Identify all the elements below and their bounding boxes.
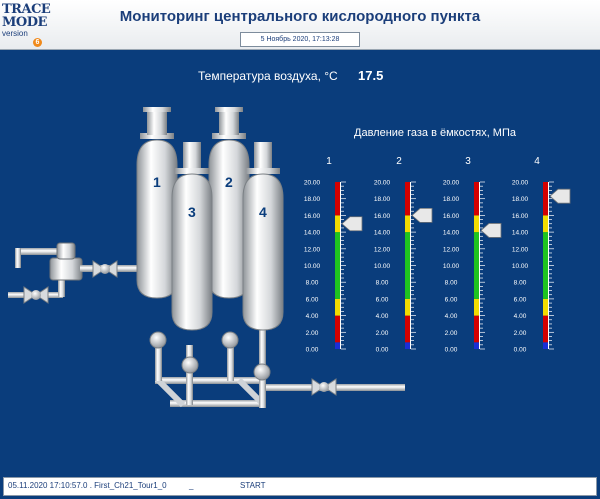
gauge-scale-label: 12.00 — [512, 246, 529, 253]
gauge-scale-label: 4.00 — [445, 313, 458, 320]
gauge-scale-label: 14.00 — [443, 230, 460, 237]
gauge-scale-label: 4.00 — [514, 313, 527, 320]
status-bar: 05.11.2020 17:10:57.0 . First_Ch21_Tour1… — [0, 474, 600, 499]
gauge-scale-label: 10.00 — [443, 263, 460, 270]
scada-window: TRACE MODE version 6 Мониторинг централь… — [0, 0, 600, 499]
gauge-color-zone — [474, 182, 479, 216]
gauge-color-zone — [543, 215, 548, 233]
gauge-color-zone — [543, 232, 548, 299]
gauge-scale-label: 12.00 — [304, 246, 321, 253]
gauge-color-zone — [405, 315, 410, 343]
gauge-color-zone — [335, 232, 340, 299]
gauge-scale-label: 8.00 — [445, 280, 458, 287]
gauge-scale-label: 14.00 — [374, 230, 391, 237]
gauge-scale-label: 2.00 — [514, 330, 527, 337]
gauge-color-zone — [474, 215, 479, 233]
gauge-scale-label: 6.00 — [445, 296, 458, 303]
gauge-scale-label: 12.00 — [443, 246, 460, 253]
gauge-scale-label: 0.00 — [376, 347, 389, 354]
gauge-scale-label: 4.00 — [306, 313, 319, 320]
gauge-scale-label: 16.00 — [374, 213, 391, 220]
gauge-scale-label: 4.00 — [376, 313, 389, 320]
gauge-color-zone — [543, 315, 548, 343]
gauge-pointer — [341, 216, 363, 232]
gauge-scale-line — [340, 182, 341, 349]
gauge-pointer — [480, 223, 502, 238]
gauge-scale-label: 6.00 — [306, 296, 319, 303]
gauge-color-zone — [335, 342, 340, 349]
gauge-scale-label: 8.00 — [376, 280, 389, 287]
gauge-scale-label: 20.00 — [374, 180, 391, 187]
gauge-scale-label: 12.00 — [374, 246, 391, 253]
gauge-scale-label: 10.00 — [512, 263, 529, 270]
gauge-color-zone — [335, 215, 340, 233]
gauge-scale-label: 14.00 — [512, 230, 529, 237]
gauge-scale-label: 18.00 — [512, 196, 529, 203]
gauge-scale-label: 0.00 — [306, 347, 319, 354]
gauge-color-zone — [474, 232, 479, 299]
gauge-color-zone — [405, 298, 410, 316]
gauge-color-zone — [474, 298, 479, 316]
gauge-scale-label: 20.00 — [512, 180, 529, 187]
gauge-scale-label: 16.00 — [443, 213, 460, 220]
gauge-scale-label: 16.00 — [512, 213, 529, 220]
gauge-scale-label: 0.00 — [514, 347, 527, 354]
gauge-pointer — [549, 188, 571, 204]
gauge-scale-label: 20.00 — [443, 180, 460, 187]
gauge-scale-label: 10.00 — [304, 263, 321, 270]
gauge-color-zone — [405, 215, 410, 233]
gauge-color-zone — [335, 315, 340, 343]
gauge-scale-label: 10.00 — [374, 263, 391, 270]
gauge-color-zone — [474, 342, 479, 349]
pressure-gauges: 20.00 18.00 16.00 14.00 12.00 10.00 8.00 6.00 4.… — [304, 180, 571, 354]
gauge-color-zone — [335, 298, 340, 316]
gauge-pointer — [411, 208, 433, 223]
gauge-color-zone — [543, 298, 548, 316]
gauge-color-zone — [405, 342, 410, 349]
status-message: START — [240, 481, 266, 490]
gauge-scale-label: 0.00 — [445, 347, 458, 354]
gauge-scale-label: 16.00 — [304, 213, 321, 220]
gauge-color-zone — [335, 182, 340, 216]
gauge-scale-line — [479, 182, 480, 349]
gauge-scale-label: 2.00 — [445, 330, 458, 337]
gauge-scale-label: 8.00 — [514, 280, 527, 287]
gauge-scale-label: 6.00 — [514, 296, 527, 303]
gauge-scale-label: 14.00 — [304, 230, 321, 237]
gauge-scale-label: 20.00 — [304, 180, 321, 187]
gauge-scale-line — [410, 182, 411, 349]
status-mark: _ — [189, 481, 194, 490]
gauge-color-zone — [405, 232, 410, 299]
gauge-scale-line — [548, 182, 549, 349]
gauge-scale-label: 8.00 — [306, 280, 319, 287]
gauge-color-zone — [543, 182, 548, 216]
gauge-scale-label: 18.00 — [304, 196, 321, 203]
gauge-scale-label: 18.00 — [443, 196, 460, 203]
status-timestamp: 05.11.2020 17:10:57.0 . First_Ch21_Tour1… — [8, 481, 167, 490]
gauge-color-zone — [543, 342, 548, 349]
gauge-color-zone — [474, 315, 479, 343]
gauge-scale-label: 2.00 — [376, 330, 389, 337]
gauge-scale-label: 18.00 — [374, 196, 391, 203]
gauge-color-zone — [405, 182, 410, 216]
gauge-scale-label: 6.00 — [376, 296, 389, 303]
gauge-scale-label: 2.00 — [306, 330, 319, 337]
